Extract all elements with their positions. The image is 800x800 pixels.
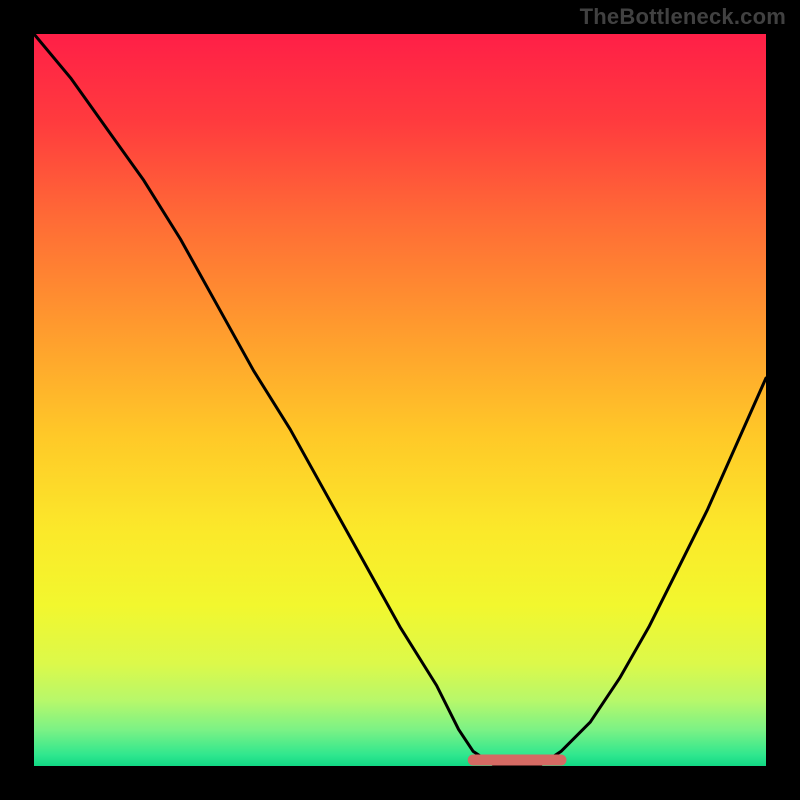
chart-frame: TheBottleneck.com — [0, 0, 800, 800]
chart-canvas — [34, 34, 766, 766]
gradient-background — [34, 34, 766, 766]
watermark-text: TheBottleneck.com — [580, 4, 786, 30]
plot-area — [34, 34, 766, 766]
